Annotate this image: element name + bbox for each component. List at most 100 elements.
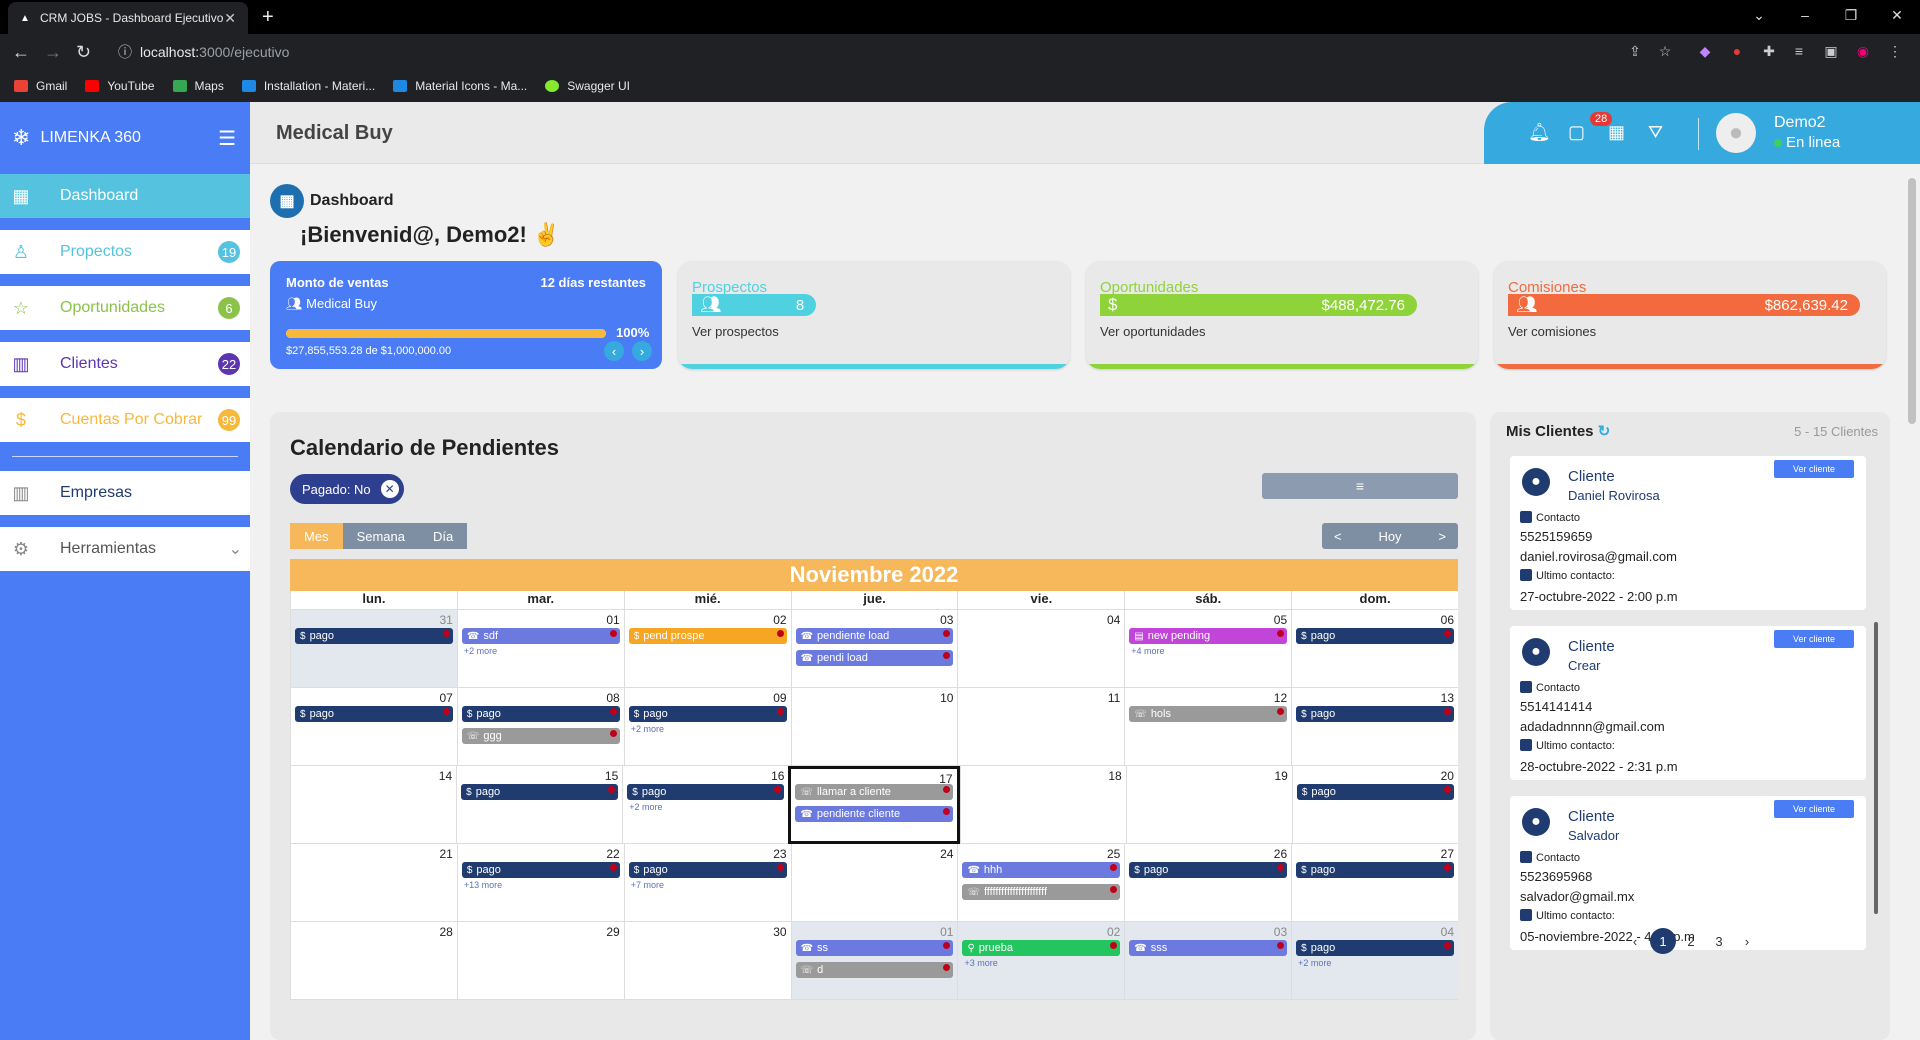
calendar-day[interactable]: 07 $ pago xyxy=(290,688,457,766)
calendar-event[interactable]: ☏ llamar a cliente xyxy=(795,784,953,800)
extension-red-icon[interactable]: ● xyxy=(1728,43,1746,61)
calendar-day[interactable]: 11 xyxy=(957,688,1125,766)
filter-button[interactable]: ≡ xyxy=(1262,473,1458,499)
bookmark-installation[interactable]: Installation - Materi... xyxy=(241,79,375,93)
kpi-link[interactable]: Ver prospectos xyxy=(692,324,779,339)
calendar-day[interactable]: 02 $ pend prospe xyxy=(623,610,791,688)
view-client-button[interactable]: Ver cliente xyxy=(1774,800,1854,818)
tab-close-icon[interactable]: ✕ xyxy=(224,10,236,27)
calendar-day[interactable]: 06 $ pago xyxy=(1291,610,1459,688)
calendar-day[interactable]: 30 xyxy=(623,922,791,1000)
briefcase-icon[interactable]: ▢ xyxy=(1568,122,1585,143)
calendar-event[interactable]: $ pago xyxy=(461,784,619,800)
calendar-event[interactable]: $ pago xyxy=(628,706,787,722)
calendar-day[interactable]: 15 $ pago xyxy=(456,766,623,844)
more-events-link[interactable]: +3 more xyxy=(964,958,997,968)
calendar-day[interactable]: 25 ☎ hhh ☏ ffffffffffffffffffffff xyxy=(957,844,1125,922)
calendar-day[interactable]: 14 xyxy=(290,766,457,844)
sidebar-item-empresas[interactable]: ▥ Empresas xyxy=(0,471,250,515)
close-window-icon[interactable]: ✕ xyxy=(1874,0,1920,30)
calendar-event[interactable]: $ pago xyxy=(1129,862,1288,878)
sidebar-item-oportunidades[interactable]: ☆ Oportunidades 6 xyxy=(0,286,250,330)
calendar-day[interactable]: 03 ☎ sss xyxy=(1124,922,1292,1000)
page-scrollbar[interactable] xyxy=(1905,164,1920,1040)
calendar-day[interactable]: 21 xyxy=(290,844,457,922)
profile-icon[interactable]: ◉ xyxy=(1854,43,1872,61)
more-events-link[interactable]: +2 more xyxy=(464,646,497,656)
back-icon[interactable]: ← xyxy=(12,42,30,63)
today-button[interactable]: Hoy xyxy=(1378,529,1401,544)
calendar-day-today[interactable]: 17 ☏ llamar a cliente ☎ pendiente cliente xyxy=(788,766,960,844)
sidebar-item-clientes[interactable]: ▥ Clientes 22 xyxy=(0,342,250,386)
kpi-card-prospectos[interactable]: Prospectos 👥︎ 8 Ver prospectos xyxy=(678,261,1070,369)
extension-icon[interactable]: ◆ xyxy=(1696,43,1714,61)
page-next-icon[interactable]: › xyxy=(1734,928,1760,954)
more-events-link[interactable]: +2 more xyxy=(1298,958,1331,968)
calendar-event[interactable]: $ pend prospe xyxy=(628,628,787,644)
calendar-day[interactable]: 24 xyxy=(790,844,958,922)
sidebar-item-cuentas-por-cobrar[interactable]: $ Cuentas Por Cobrar 99 xyxy=(0,398,250,442)
star-icon[interactable]: ☆ xyxy=(1656,43,1674,61)
calendar-day[interactable]: 20 $ pago xyxy=(1291,766,1458,844)
prev-month-button[interactable]: < xyxy=(1334,529,1342,544)
view-month-button[interactable]: Mes xyxy=(290,523,343,549)
scrollbar-thumb[interactable] xyxy=(1908,178,1916,424)
view-day-button[interactable]: Día xyxy=(418,523,468,549)
sidepanel-icon[interactable]: ▣ xyxy=(1822,43,1840,61)
restore-icon[interactable]: ❐ xyxy=(1828,0,1874,30)
calendar-day[interactable]: 08 $ pago ☏ ggg xyxy=(456,688,624,766)
bookmark-swagger[interactable]: Swagger UI xyxy=(545,79,630,93)
puzzle-icon[interactable]: ✚ xyxy=(1760,43,1778,61)
next-month-button[interactable]: > xyxy=(1438,529,1446,544)
calendar-event[interactable]: ☏ hols xyxy=(1129,706,1288,722)
calendar-event[interactable]: $ pago xyxy=(1296,706,1455,722)
calendar-day[interactable]: 29 xyxy=(456,922,624,1000)
calendar-day[interactable]: 09 $ pago +2 more xyxy=(623,688,791,766)
calendar-event[interactable]: $ pago xyxy=(1296,784,1454,800)
avatar[interactable]: ● xyxy=(1716,113,1756,153)
kebab-menu-icon[interactable]: ⋮ xyxy=(1886,43,1904,61)
view-client-button[interactable]: Ver cliente xyxy=(1774,630,1854,648)
calendar-event[interactable]: ▤ new pending xyxy=(1129,628,1288,644)
chip-close-icon[interactable]: ✕ xyxy=(380,480,399,498)
calendar-icon[interactable]: ▦ xyxy=(1608,122,1625,143)
new-tab-icon[interactable]: + xyxy=(262,6,274,29)
calendar-day[interactable]: 19 xyxy=(1125,766,1292,844)
basket-icon[interactable]: ⛛ xyxy=(1648,122,1663,143)
more-events-link[interactable]: +13 more xyxy=(464,880,502,890)
forward-icon[interactable]: → xyxy=(44,42,62,63)
calendar-event[interactable]: ⚲ prueba xyxy=(962,940,1121,956)
bookmark-youtube[interactable]: YouTube xyxy=(85,79,155,93)
reload-icon[interactable]: ↻ xyxy=(76,42,91,63)
calendar-event[interactable]: $ pago xyxy=(627,784,785,800)
calendar-day[interactable]: 18 xyxy=(959,766,1126,844)
calendar-day[interactable]: 23 $ pago +7 more xyxy=(623,844,791,922)
calendar-day[interactable]: 28 xyxy=(290,922,457,1000)
more-events-link[interactable]: +4 more xyxy=(1131,646,1164,656)
calendar-day[interactable]: 03 ☎ pendiente load ☎ pendi load xyxy=(790,610,958,688)
refresh-icon[interactable]: ↻ xyxy=(1598,423,1611,440)
calendar-day[interactable]: 10 xyxy=(790,688,958,766)
browser-tab[interactable]: ▲ CRM JOBS - Dashboard Ejecutivo ✕ xyxy=(8,2,248,34)
calendar-event[interactable]: ☎ sss xyxy=(1129,940,1288,956)
media-icon[interactable]: ≡ xyxy=(1790,43,1808,61)
view-week-button[interactable]: Semana xyxy=(342,523,419,549)
calendar-event[interactable]: $ pago xyxy=(628,862,787,878)
calendar-day[interactable]: 05 ▤ new pending +4 more xyxy=(1124,610,1292,688)
calendar-day[interactable]: 22 $ pago +13 more xyxy=(456,844,624,922)
calendar-day[interactable]: 04 xyxy=(957,610,1125,688)
sidebar-item-prospectos[interactable]: ♙ Propectos 19 xyxy=(0,230,250,274)
calendar-day[interactable]: 01 ☎ ss ☏ d xyxy=(790,922,958,1000)
hamburger-menu-icon[interactable]: ☰ xyxy=(218,126,236,151)
calendar-event[interactable]: ☏ ggg xyxy=(461,728,620,744)
view-client-button[interactable]: Ver cliente xyxy=(1774,460,1854,478)
calendar-day[interactable]: 31 $ pago xyxy=(290,610,457,688)
calendar-event[interactable]: $ pago xyxy=(461,862,620,878)
sidebar-item-dashboard[interactable]: ▦ Dashboard xyxy=(0,174,250,218)
calendar-day[interactable]: 01 ☎ sdf +2 more xyxy=(456,610,624,688)
calendar-day[interactable]: 27 $ pago xyxy=(1291,844,1459,922)
calendar-event[interactable]: ☎ hhh xyxy=(962,862,1121,878)
next-arrow-icon[interactable]: › xyxy=(632,341,652,361)
bell-icon[interactable]: 🔔︎ xyxy=(1528,122,1551,143)
bookmark-maps[interactable]: Maps xyxy=(172,79,224,93)
